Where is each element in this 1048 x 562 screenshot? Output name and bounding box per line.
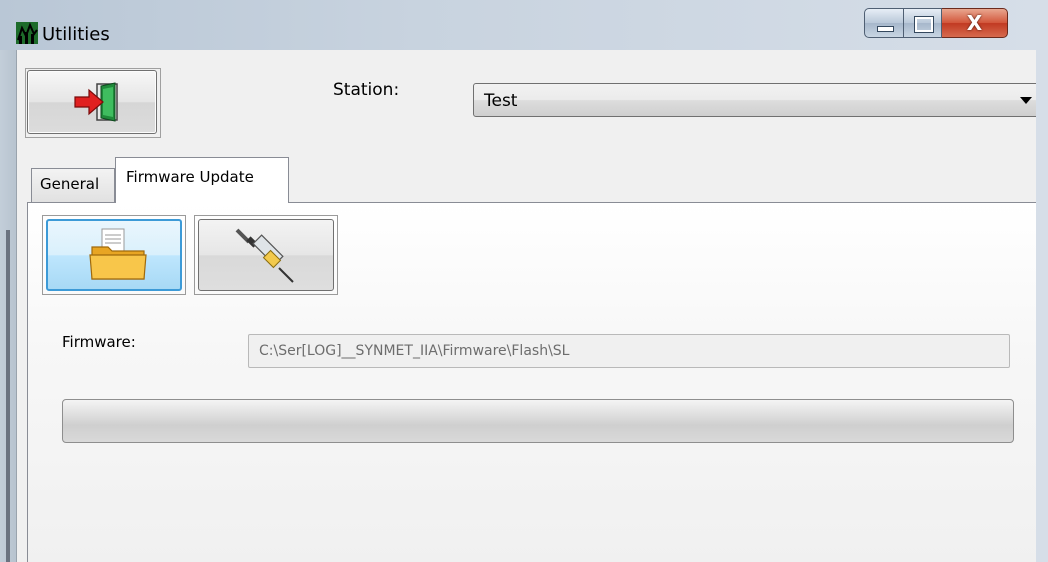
firmware-path-field[interactable]: C:\Ser[LOG]__SYNMET_IIA\Firmware\Flash\S…	[248, 334, 1010, 368]
window-frame-right	[1036, 50, 1048, 562]
title-bar[interactable]: Utilities X	[0, 0, 1048, 50]
station-label: Station:	[333, 80, 400, 100]
close-button[interactable]: X	[942, 8, 1008, 38]
open-firmware-button[interactable]	[46, 219, 182, 291]
syringe-icon	[235, 228, 294, 283]
client-area: Station: Test General Firmware Update Fi…	[16, 50, 1048, 562]
minimize-icon	[877, 26, 894, 32]
tab-firmware-update-label: Firmware Update	[126, 168, 254, 186]
firmware-update-panel: Firmware: C:\Ser[LOG]__SYNMET_IIA\Firmwa…	[27, 202, 1048, 562]
folder-open-icon	[89, 228, 147, 280]
minimize-button[interactable]	[864, 8, 904, 38]
utilities-window: Utilities X Station: Test General Firmwa…	[0, 0, 1048, 562]
window-controls: X	[864, 8, 1008, 40]
tab-general[interactable]: General	[31, 168, 115, 202]
window-frame-left	[0, 50, 16, 562]
app-chart-icon	[16, 22, 38, 44]
window-title: Utilities	[42, 24, 110, 45]
station-dropdown[interactable]: Test	[473, 83, 1043, 117]
firmware-label: Firmware:	[62, 333, 136, 351]
maximize-button[interactable]	[904, 8, 942, 38]
exit-door-icon	[74, 82, 118, 122]
chevron-down-icon	[1020, 97, 1032, 104]
close-icon: X	[966, 11, 983, 35]
frame-divider	[6, 230, 10, 562]
tab-firmware-update[interactable]: Firmware Update	[115, 157, 289, 203]
station-selected-value: Test	[484, 91, 518, 111]
maximize-icon	[915, 17, 933, 32]
firmware-path-value: C:\Ser[LOG]__SYNMET_IIA\Firmware\Flash\S…	[259, 343, 570, 359]
update-progress-bar	[62, 399, 1014, 443]
exit-button[interactable]	[27, 70, 157, 134]
flash-firmware-button[interactable]	[198, 219, 334, 291]
tab-general-label: General	[40, 175, 100, 193]
